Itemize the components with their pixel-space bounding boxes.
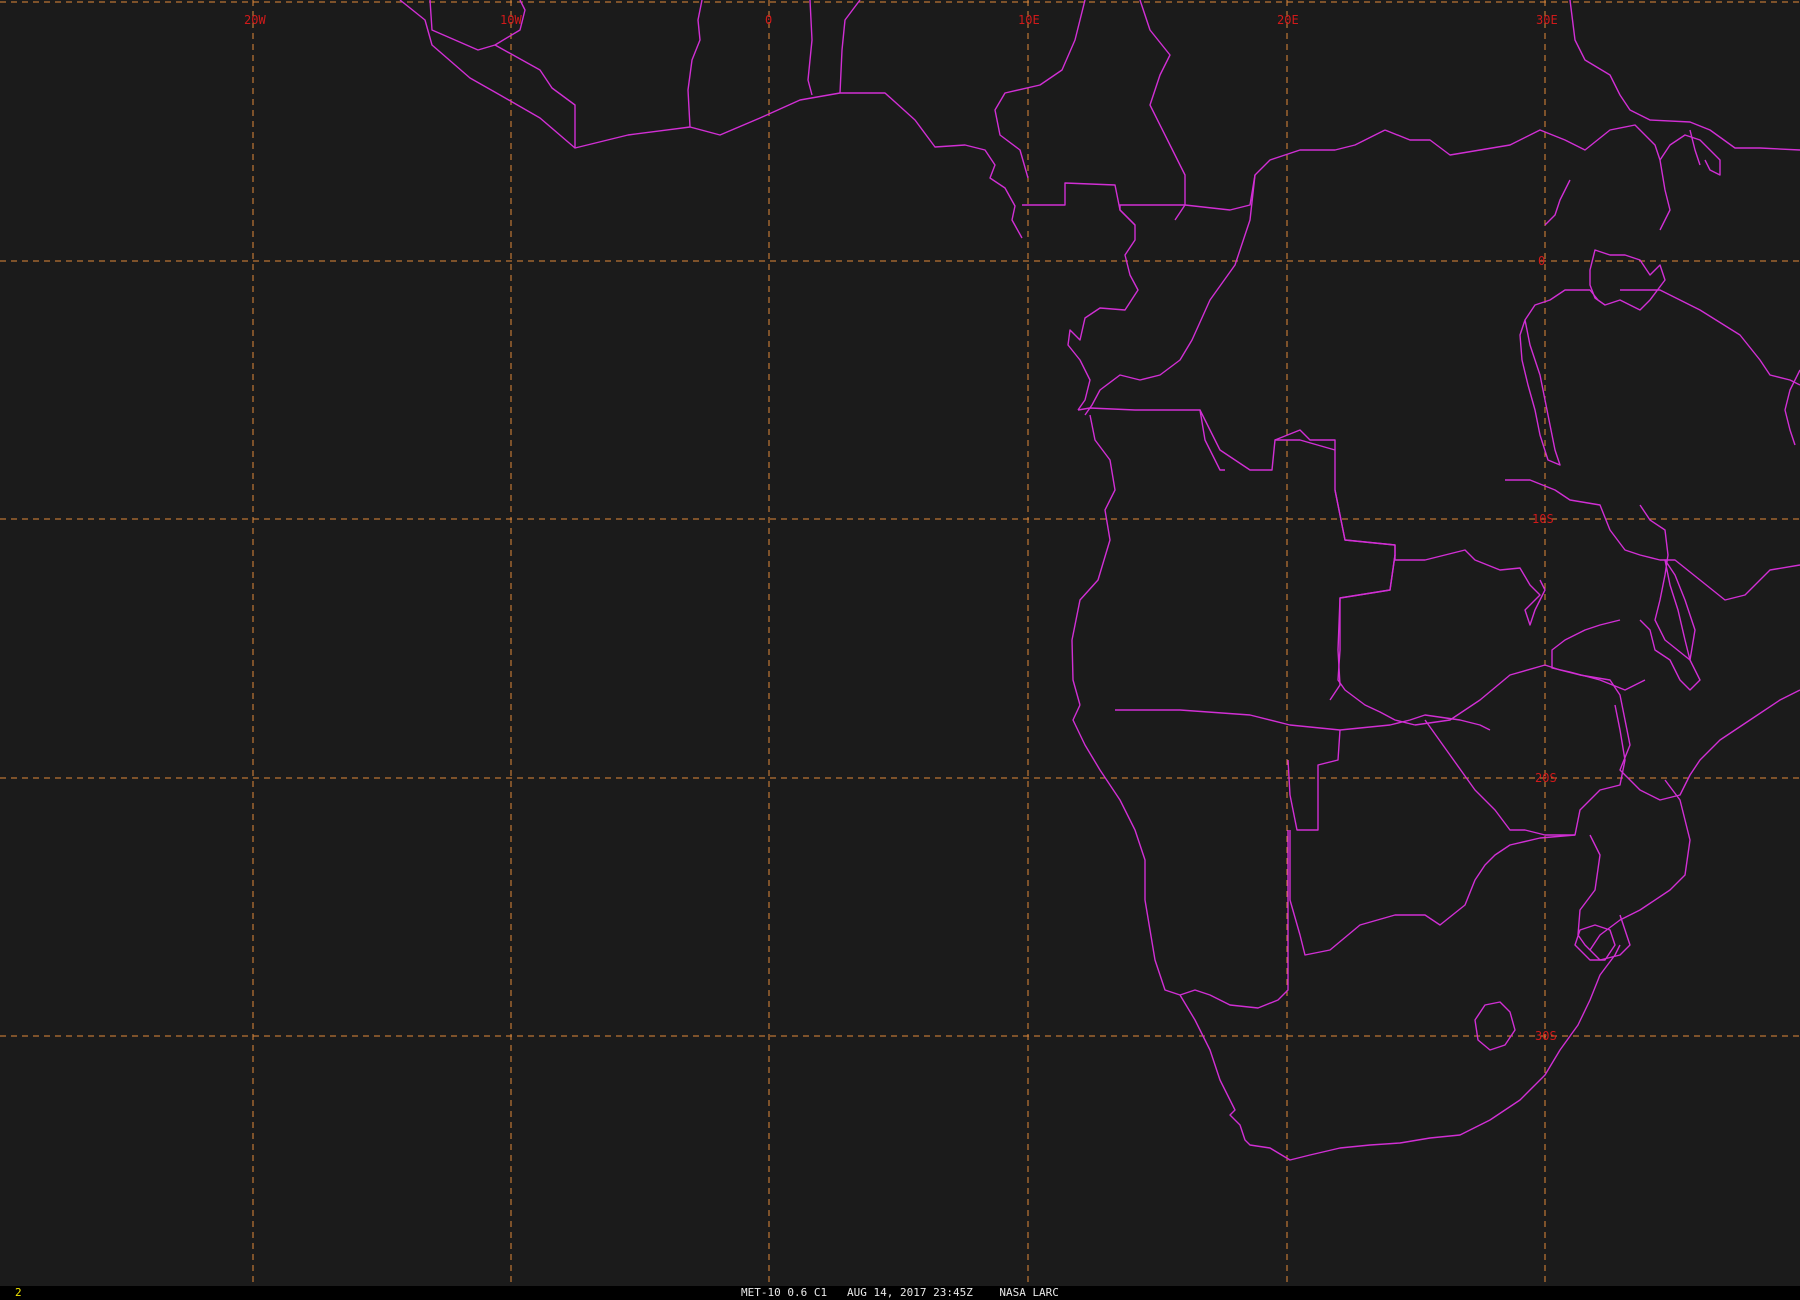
latitude-grid [0, 1, 1800, 1037]
zambia-border [1505, 479, 1800, 601]
ivory-coast-borders [494, 44, 576, 148]
west-africa-coast [399, 0, 1023, 239]
lon-label-0: 0 [765, 13, 772, 27]
angola-border [1071, 409, 1396, 706]
lake-tanganyika [1519, 319, 1561, 466]
east-africa-borders [1569, 0, 1800, 151]
tanzania-border [1620, 289, 1800, 386]
mozambique-border [1559, 669, 1800, 801]
equatorial-guinea-border [1022, 182, 1139, 411]
southwest-coast [1072, 704, 1181, 996]
nigeria-cameroon-border [994, 0, 1086, 179]
lake-victoria [1589, 249, 1666, 311]
uganda-kenya-border [1544, 129, 1721, 226]
lon-label-20w: 20W [244, 13, 266, 27]
south-coast [1179, 944, 1621, 1161]
map-canvas: 20W 10W 0 10E 20E 30E 0 10S 20S 30S [0, 0, 1800, 1286]
togo-benin-borders [807, 0, 861, 96]
lon-label-30e: 30E [1536, 13, 1558, 27]
cameroon-car-border [1139, 0, 1186, 221]
drc-border [1084, 174, 1256, 416]
botswana-border [1289, 830, 1576, 956]
mozambique-north-border [1551, 619, 1646, 691]
south-africa-border [1577, 834, 1631, 961]
south-sudan-border [1384, 124, 1671, 231]
lesotho-border [1474, 1001, 1516, 1051]
lon-label-20e: 20E [1277, 13, 1299, 27]
namibia-south-border [1179, 830, 1289, 1009]
satellite-map: 20W 10W 0 10E 20E 30E 0 10S 20S 30S [0, 0, 1800, 1286]
congo-border [1119, 129, 1386, 226]
lat-label-10s: 10S [1532, 512, 1554, 526]
country-borders [399, 0, 1800, 1161]
status-bar: 2 MET-10 0.6 C1 AUG 14, 2017 23:45Z NASA… [0, 1286, 1800, 1300]
zimbabwe-border [1424, 704, 1626, 836]
longitude-grid [252, 0, 1546, 1286]
grid-labels: 20W 10W 0 10E 20E 30E 0 10S 20S 30S [244, 13, 1558, 1043]
zambia-zimbabwe-border [1337, 554, 1416, 726]
ghana-borders [687, 0, 703, 128]
lat-label-0: 0 [1538, 254, 1545, 268]
lat-label-30s: 30S [1535, 1029, 1557, 1043]
mozambique-coast [1589, 779, 1691, 951]
rwanda-burundi-border [1524, 289, 1599, 321]
image-caption: MET-10 0.6 C1 AUG 14, 2017 23:45Z NASA L… [741, 1286, 1059, 1299]
malawi-border [1639, 504, 1701, 691]
lon-label-10e: 10E [1018, 13, 1040, 27]
lon-label-10w: 10W [500, 13, 522, 27]
lake-malawi [1664, 559, 1696, 661]
drc-southern-border [1274, 429, 1546, 626]
caprivi-border [1115, 709, 1491, 731]
lat-label-20s: 20S [1535, 771, 1557, 785]
namibia-botswana-border [1287, 729, 1341, 831]
